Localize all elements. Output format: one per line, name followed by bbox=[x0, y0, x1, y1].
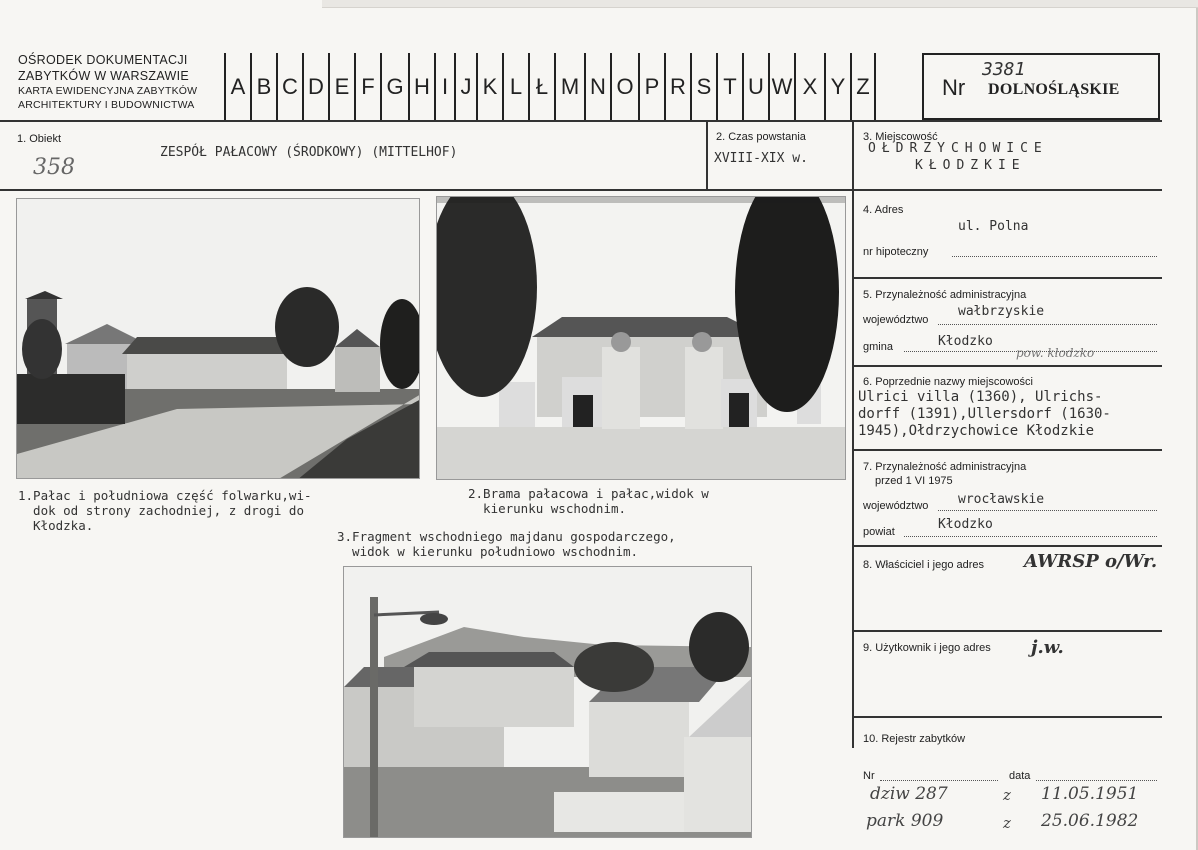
field-6-label: 6. Poprzednie nazwy miejscowości bbox=[863, 376, 1033, 388]
register-entry-1-z: z bbox=[1003, 786, 1011, 804]
divider bbox=[852, 545, 1162, 547]
alphabet-letter: C bbox=[276, 53, 302, 120]
divider bbox=[852, 449, 1162, 451]
alphabet-letter: J bbox=[454, 53, 476, 120]
register-entry-1-nr: dziw 287 bbox=[870, 784, 948, 804]
photo-1-palace-road-view bbox=[16, 198, 420, 479]
alphabet-letter: N bbox=[584, 53, 610, 120]
dotted-line bbox=[938, 510, 1157, 511]
register-entry-2-z: z bbox=[1003, 814, 1011, 832]
institution-header: OŚRODEK DOKUMENTACJI ZABYTKÓW W WARSZAWI… bbox=[18, 52, 223, 112]
field-7-label-line-1: 7. Przynależność administracyjna bbox=[863, 461, 1027, 473]
alphabet-letter: I bbox=[434, 53, 454, 120]
dotted-line bbox=[938, 324, 1157, 325]
divider bbox=[706, 120, 708, 190]
alphabet-letter: F bbox=[354, 53, 380, 120]
field-3-line-1: OŁDRZYCHOWICE bbox=[868, 141, 1048, 156]
alphabet-letter: O bbox=[610, 53, 638, 120]
card-number: 3381 bbox=[982, 59, 1026, 80]
institution-line-2: ZABYTKÓW W WARSZAWIE bbox=[18, 69, 190, 83]
alphabet-letter: D bbox=[302, 53, 328, 120]
field-9-label: 9. Użytkownik i jego adres bbox=[863, 642, 991, 654]
institution-line-1: OŚRODEK DOKUMENTACJI bbox=[18, 53, 188, 67]
field-7-woj-value: wrocławskie bbox=[958, 492, 1045, 507]
field-1-hand-number: 358 bbox=[33, 155, 75, 180]
field-5-woj-label: województwo bbox=[863, 314, 929, 326]
alphabet-letter: U bbox=[742, 53, 768, 120]
field-2-label: 2. Czas powstania bbox=[716, 131, 806, 143]
field-5-label: 5. Przynależność administracyjna bbox=[863, 289, 1027, 301]
alphabet-letter: X bbox=[794, 53, 824, 120]
alphabet-letter: W bbox=[768, 53, 794, 120]
divider bbox=[0, 189, 1162, 191]
photo-2-caption: 2.Brama pałacowa i pałac,widok w kierunk… bbox=[468, 486, 709, 516]
dotted-line bbox=[904, 351, 1157, 352]
photo-3-caption: 3.Fragment wschodniego majdanu gospodarc… bbox=[337, 529, 676, 559]
alphabet-letter: K bbox=[476, 53, 502, 120]
field-10-nr-label: Nr bbox=[863, 770, 875, 782]
dotted-line bbox=[904, 536, 1157, 537]
register-entry-2-date: 25.06.1982 bbox=[1041, 811, 1139, 831]
nr-label: Nr bbox=[942, 75, 966, 100]
register-entry-2-nr: park 909 bbox=[866, 811, 944, 831]
field-4-sub-label: nr hipoteczny bbox=[863, 246, 929, 258]
field-7-label-line-2: przed 1 VI 1975 bbox=[875, 475, 953, 487]
dotted-line bbox=[952, 256, 1157, 257]
field-1-value: ZESPÓŁ PAŁACOWY (ŚRODKOWY) (MITTELHOF) bbox=[160, 145, 458, 160]
divider bbox=[852, 277, 1162, 279]
divider bbox=[852, 365, 1162, 367]
field-7-powiat-label: powiat bbox=[863, 526, 895, 538]
field-5-woj-value: wałbrzyskie bbox=[958, 304, 1045, 319]
photo-2-palace-gate bbox=[436, 196, 846, 480]
alphabet-letter: G bbox=[380, 53, 408, 120]
alphabet-letter: Ł bbox=[528, 53, 554, 120]
alphabet-letter: Z bbox=[850, 53, 876, 120]
field-10-label: 10. Rejestr zabytków bbox=[863, 733, 966, 745]
divider bbox=[0, 120, 1162, 122]
field-9-value: j.w. bbox=[1031, 637, 1064, 658]
field-5-gmina-value: Kłodzko bbox=[938, 334, 993, 349]
field-7-woj-label: województwo bbox=[863, 500, 929, 512]
alphabet-letter: R bbox=[664, 53, 690, 120]
field-8-label: 8. Właściciel i jego adres bbox=[863, 559, 985, 571]
field-4-value: ul. Polna bbox=[958, 219, 1029, 234]
field-1-label: 1. Obiekt bbox=[17, 133, 62, 145]
card-tab-strip bbox=[322, 0, 1198, 8]
institution-line-3: KARTA EWIDENCYJNA ZABYTKÓW bbox=[18, 85, 198, 97]
institution-line-4: ARCHITEKTURY I BUDOWNICTWA bbox=[18, 99, 195, 111]
divider bbox=[852, 120, 854, 748]
field-7-powiat-value: Kłodzko bbox=[938, 517, 993, 532]
dotted-line bbox=[880, 780, 998, 781]
alphabet-letter: S bbox=[690, 53, 716, 120]
field-8-value: AWRSP o/Wr. bbox=[1024, 551, 1158, 572]
alphabet-letter: P bbox=[638, 53, 664, 120]
alphabet-letter: E bbox=[328, 53, 354, 120]
divider bbox=[852, 716, 1162, 718]
alphabet-letter: T bbox=[716, 53, 742, 120]
record-card: OŚRODEK DOKUMENTACJI ZABYTKÓW W WARSZAWI… bbox=[0, 0, 1198, 850]
photo-3-farm-courtyard bbox=[343, 566, 752, 838]
field-5-gmina-note: pow. kłodzko bbox=[1016, 346, 1095, 360]
field-10-data-label: data bbox=[1009, 770, 1031, 782]
field-4-label: 4. Adres bbox=[863, 204, 904, 216]
field-3-line-2: KŁODZKIE bbox=[915, 158, 1026, 173]
field-6-line-3: 1945),Ołdrzychowice Kłodzkie bbox=[858, 423, 1095, 439]
field-2-value: XVIII-XIX w. bbox=[714, 151, 808, 166]
field-6-line-1: Ulrici villa (1360), Ulrichs- bbox=[858, 389, 1103, 405]
alphabet-letter: H bbox=[408, 53, 434, 120]
alphabet-letter: M bbox=[554, 53, 584, 120]
alphabet-letter: B bbox=[250, 53, 276, 120]
card-number-box: Nr 3381 DOLNOŚLĄSKIE bbox=[922, 53, 1160, 120]
alphabet-letter: A bbox=[224, 53, 250, 120]
region-name: DOLNOŚLĄSKIE bbox=[988, 81, 1120, 98]
photo-1-caption: 1.Pałac i południowa część folwarku,wi- … bbox=[18, 488, 312, 533]
dotted-line bbox=[1036, 780, 1157, 781]
divider bbox=[852, 630, 1162, 632]
alphabet-letter: Y bbox=[824, 53, 850, 120]
alphabet-letter: L bbox=[502, 53, 528, 120]
field-6-line-2: dorff (1391),Ullersdorf (1630- bbox=[858, 406, 1111, 422]
alphabet-index: ABCDEFGHIJKLŁMNOPRSTUWXYZ bbox=[224, 53, 876, 120]
field-5-gmina-label: gmina bbox=[863, 341, 893, 353]
register-entry-1-date: 11.05.1951 bbox=[1041, 784, 1139, 804]
